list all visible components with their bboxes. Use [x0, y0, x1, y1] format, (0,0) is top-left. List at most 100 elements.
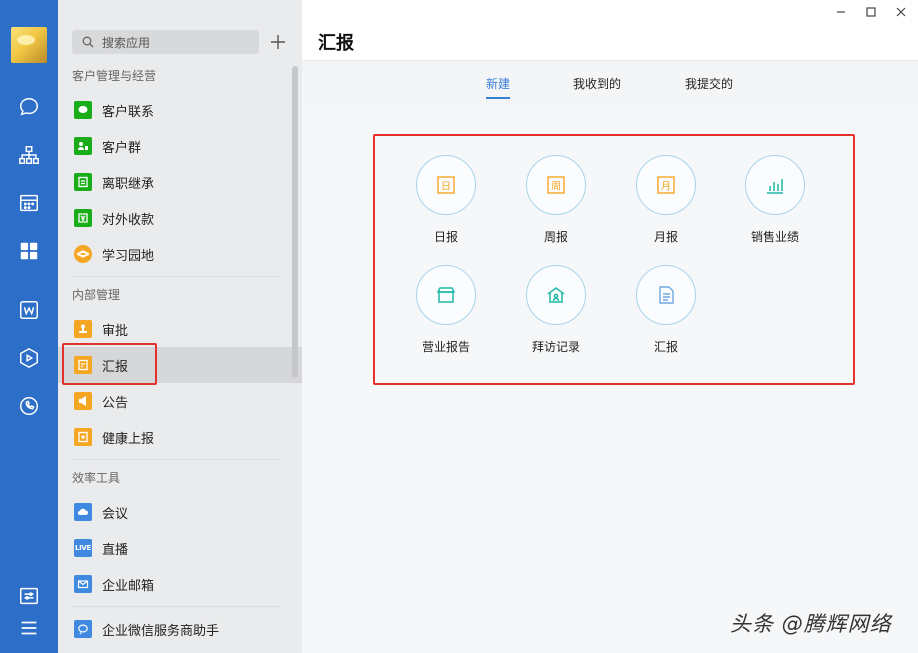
- document-icon: [636, 265, 696, 325]
- group-icon: [74, 137, 92, 155]
- home-visit-icon: [526, 265, 586, 325]
- bar-chart-icon: [745, 155, 805, 215]
- divider: [72, 459, 282, 460]
- sidebar-scrollbar[interactable]: [292, 66, 298, 378]
- main-panel: 汇报 新建 我收到的 我提交的 日 日报 周 周报 月 月报 销售业绩 营业报告…: [302, 0, 918, 653]
- doc-w-icon[interactable]: [17, 298, 41, 322]
- tile-label: 营业报告: [421, 340, 470, 354]
- sidebar-item-health-report[interactable]: 健康上报: [58, 419, 302, 455]
- close-icon: [896, 7, 906, 17]
- section-title-efficiency: 效率工具: [72, 471, 121, 485]
- health-icon: [74, 428, 92, 446]
- megaphone-icon: [74, 392, 92, 410]
- sidebar-item-external-payment[interactable]: 对外收款: [58, 200, 302, 236]
- daily-report-icon: 日: [416, 155, 476, 215]
- assistant-chat-icon: [74, 620, 92, 638]
- add-app-button[interactable]: [266, 30, 290, 54]
- tab-new[interactable]: 新建: [486, 75, 510, 92]
- stamp-icon: [74, 320, 92, 338]
- minimize-button[interactable]: [832, 4, 850, 20]
- tile-label: 汇报: [653, 340, 678, 354]
- report-icon: [74, 356, 92, 374]
- payment-icon: [74, 209, 92, 227]
- tile-daily-report[interactable]: 日 日报: [401, 155, 491, 245]
- sidebar-item-label: 客户联系: [102, 104, 155, 120]
- settings-sliders-icon[interactable]: [17, 584, 41, 608]
- sidebar-item-label: 企业微信服务商助手: [102, 623, 220, 639]
- tab-submitted[interactable]: 我提交的: [685, 75, 733, 92]
- tile-label: 周报: [543, 230, 568, 244]
- tile-visit-record[interactable]: 拜访记录: [511, 265, 601, 355]
- sidebar-item-live[interactable]: LIVE 直播: [58, 530, 302, 566]
- chat-icon[interactable]: [17, 95, 41, 119]
- calendar-icon[interactable]: [17, 191, 41, 215]
- weekly-report-icon: 周: [526, 155, 586, 215]
- app-sidebar: 搜索应用 客户管理与经营 客户联系 客户群 离职继承 对外收款 学习园地 内部管…: [58, 0, 302, 653]
- sidebar-item-label: 健康上报: [102, 431, 155, 447]
- tile-weekly-report[interactable]: 周 周报: [511, 155, 601, 245]
- section-title-internal: 内部管理: [72, 288, 121, 302]
- page-title: 汇报: [318, 33, 354, 54]
- section-title-customer: 客户管理与经营: [72, 69, 157, 83]
- sidebar-item-label: 企业邮箱: [102, 578, 155, 594]
- sidebar-item-label: 直播: [102, 542, 129, 558]
- sidebar-item-label: 公告: [102, 395, 129, 411]
- apps-grid-icon[interactable]: [17, 239, 41, 263]
- plus-icon: [271, 35, 285, 49]
- tab-active-indicator: [486, 97, 510, 99]
- sidebar-item-label: 审批: [102, 323, 129, 339]
- tile-label: 拜访记录: [531, 340, 580, 354]
- sidebar-item-service-assistant[interactable]: 企业微信服务商助手: [58, 611, 302, 647]
- tile-label: 日报: [433, 230, 458, 244]
- drive-icon[interactable]: [17, 346, 41, 370]
- report-template-grid: 日 日报 周 周报 月 月报 销售业绩 营业报告 拜访记录 汇报: [373, 134, 855, 385]
- divider: [72, 606, 282, 607]
- watermark: 头条 @腾辉网络: [730, 612, 892, 636]
- contacts-icon[interactable]: [17, 143, 41, 167]
- sidebar-item-label: 对外收款: [102, 212, 155, 228]
- document-list-icon: [74, 173, 92, 191]
- tab-received[interactable]: 我收到的: [573, 75, 621, 92]
- tab-bar: 新建 我收到的 我提交的: [302, 60, 918, 104]
- menu-icon[interactable]: [17, 616, 41, 640]
- sidebar-item-label: 离职继承: [102, 176, 155, 192]
- sidebar-item-label: 学习园地: [102, 248, 155, 264]
- svg-text:日: 日: [441, 182, 451, 193]
- sidebar-item-announcement[interactable]: 公告: [58, 383, 302, 419]
- close-button[interactable]: [892, 4, 910, 20]
- tile-label: 销售业绩: [750, 230, 799, 244]
- search-input[interactable]: 搜索应用: [72, 30, 259, 54]
- sidebar-item-resign-inherit[interactable]: 离职继承: [58, 164, 302, 200]
- tile-label: 月报: [653, 230, 678, 244]
- sidebar-item-mail[interactable]: 企业邮箱: [58, 566, 302, 602]
- tile-sales-performance[interactable]: 销售业绩: [730, 155, 820, 245]
- sidebar-item-customer-contact[interactable]: 客户联系: [58, 92, 302, 128]
- sidebar-item-report[interactable]: 汇报: [58, 347, 302, 383]
- search-icon: [82, 36, 94, 48]
- sidebar-item-label: 客户群: [102, 140, 142, 156]
- sidebar-item-approval[interactable]: 审批: [58, 311, 302, 347]
- search-placeholder: 搜索应用: [102, 35, 151, 50]
- phone-cloud-icon[interactable]: [17, 394, 41, 418]
- sidebar-item-label: 会议: [102, 506, 129, 522]
- cloud-meeting-icon: [74, 503, 92, 521]
- maximize-icon: [866, 7, 876, 17]
- sidebar-item-label: 汇报: [102, 359, 129, 375]
- planet-icon: [74, 245, 92, 263]
- mail-icon: [74, 575, 92, 593]
- sidebar-item-learning-garden[interactable]: 学习园地: [58, 236, 302, 272]
- svg-text:月: 月: [661, 181, 671, 193]
- svg-text:周: 周: [551, 181, 561, 193]
- tile-general-report[interactable]: 汇报: [621, 265, 711, 355]
- tile-monthly-report[interactable]: 月 月报: [621, 155, 711, 245]
- tile-business-report[interactable]: 营业报告: [401, 265, 491, 355]
- live-icon: LIVE: [74, 539, 92, 557]
- sidebar-item-meeting[interactable]: 会议: [58, 494, 302, 530]
- avatar[interactable]: [11, 27, 47, 63]
- store-icon: [416, 265, 476, 325]
- monthly-report-icon: 月: [636, 155, 696, 215]
- sidebar-item-customer-group[interactable]: 客户群: [58, 128, 302, 164]
- minimize-icon: [837, 11, 845, 13]
- divider: [72, 276, 282, 277]
- maximize-button[interactable]: [862, 4, 880, 20]
